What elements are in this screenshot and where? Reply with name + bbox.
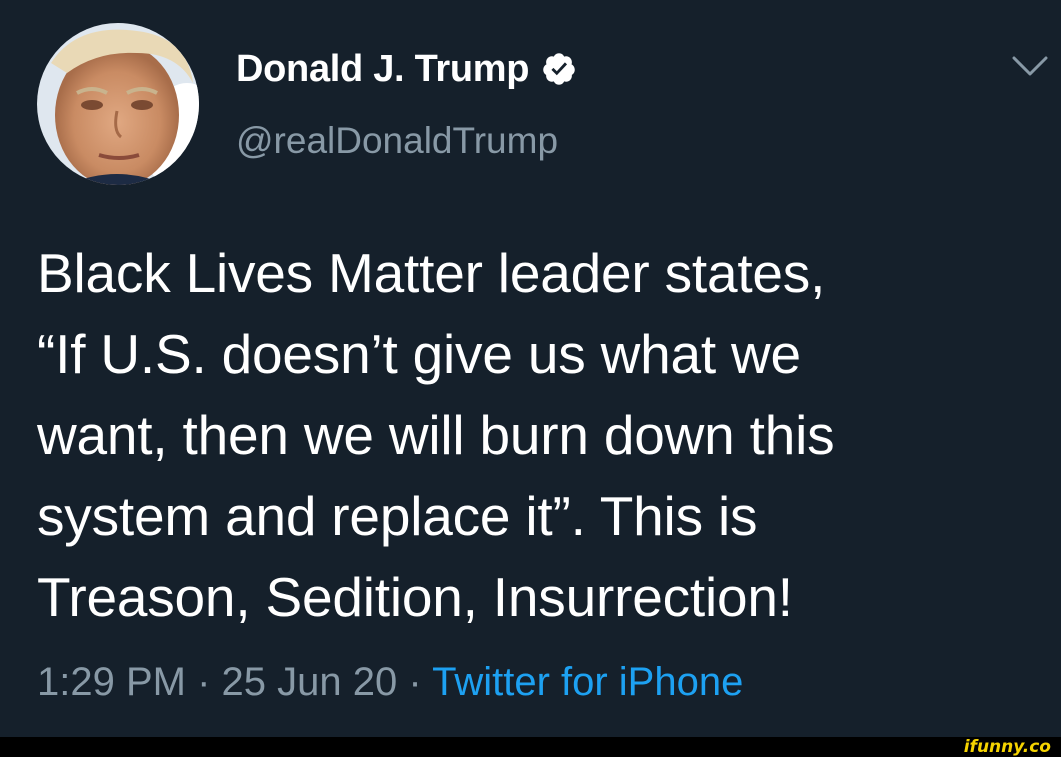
watermark-logo: ifunny.co (963, 737, 1051, 757)
tweet-time[interactable]: 1:29 PM (37, 660, 186, 704)
tweet-date[interactable]: 25 Jun 20 (222, 660, 398, 704)
verified-badge-icon (541, 51, 577, 87)
watermark-bar: ifunny.co (0, 737, 1061, 757)
avatar-photo (37, 23, 199, 185)
chevron-down-icon[interactable] (1008, 48, 1052, 84)
display-name[interactable]: Donald J. Trump (236, 48, 530, 91)
avatar[interactable] (37, 23, 199, 185)
tweet-source-link[interactable]: Twitter for iPhone (432, 660, 743, 704)
tweet-text: Black Lives Matter leader states, “If U.… (37, 242, 835, 628)
author-name-row[interactable]: Donald J. Trump (236, 44, 577, 94)
separator: · (197, 660, 211, 704)
tweet-metadata: 1:29 PM · 25 Jun 20 · Twitter for iPhone (37, 660, 743, 705)
separator: · (408, 660, 422, 704)
tweet-card: Donald J. Trump @realDonaldTrump Black L… (0, 0, 1061, 737)
author-handle[interactable]: @realDonaldTrump (236, 120, 558, 162)
